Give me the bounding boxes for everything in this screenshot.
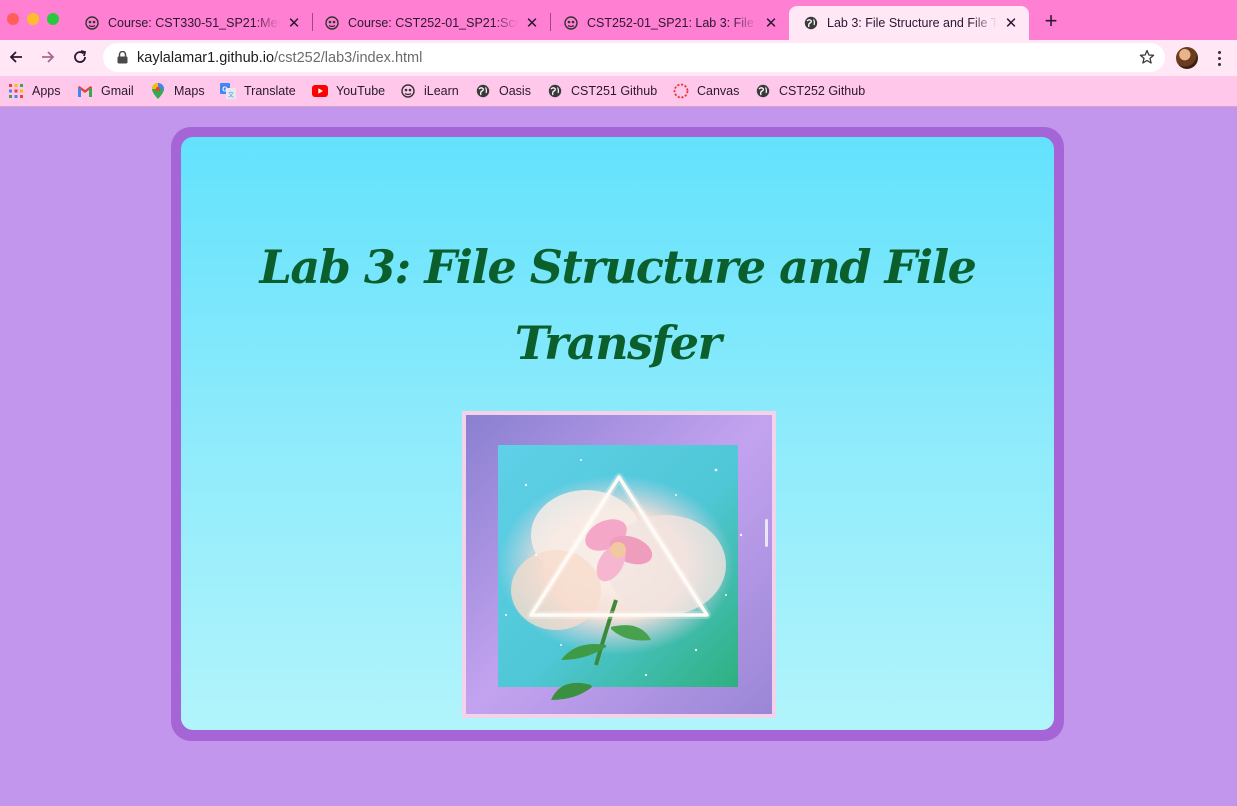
close-window-button[interactable] <box>7 13 19 25</box>
artwork-image <box>462 411 776 718</box>
close-tab-icon[interactable]: ✕ <box>286 15 302 32</box>
lock-icon <box>115 51 129 65</box>
page-title: Lab 3: File Structure and File Transfer <box>259 240 977 370</box>
bookmark-label: Apps <box>32 84 61 98</box>
moodle-icon <box>400 83 416 99</box>
browser-toolbar: kaylalamar1.github.io/cst252/lab3/index.… <box>0 40 1237 76</box>
profile-avatar[interactable] <box>1176 47 1198 69</box>
bookmark-apps[interactable]: Apps <box>8 80 61 102</box>
tab-title: Lab 3: File Structure and File Transfer <box>827 16 997 30</box>
bookmark-star-icon[interactable] <box>1138 48 1156 66</box>
close-tab-icon[interactable]: ✕ <box>763 15 779 32</box>
flower-triangle-artwork-icon <box>466 415 772 714</box>
canvas-icon <box>673 83 689 99</box>
forward-arrow-icon <box>42 51 55 63</box>
back-arrow-icon <box>9 51 22 63</box>
bookmark-label: Oasis <box>499 84 531 98</box>
bookmark-label: Canvas <box>697 84 740 98</box>
forward-button[interactable] <box>37 46 59 68</box>
bookmark-label: CST252 Github <box>779 84 866 98</box>
browser-menu-icon[interactable] <box>1211 48 1227 68</box>
apps-grid-icon <box>8 83 24 99</box>
address-bar[interactable]: kaylalamar1.github.io/cst252/lab3/index.… <box>103 43 1165 72</box>
new-tab-button[interactable]: + <box>1040 9 1062 33</box>
close-tab-icon[interactable]: ✕ <box>524 15 540 32</box>
maps-pin-icon <box>150 83 166 99</box>
bookmark-label: Translate <box>244 84 296 98</box>
globe-icon <box>475 83 491 99</box>
url-host: kaylalamar1.github.io <box>137 49 275 66</box>
globe-icon <box>547 83 563 99</box>
bookmark-youtube[interactable]: YouTube <box>312 80 385 102</box>
reload-icon <box>74 50 87 63</box>
reload-button[interactable] <box>69 46 91 68</box>
moodle-icon <box>563 15 579 31</box>
url-path: /cst252/lab3/index.html <box>274 49 423 66</box>
moodle-icon <box>84 15 100 31</box>
content-card: Lab 3: File Structure and File Transfer <box>181 137 1054 730</box>
bookmark-oasis[interactable]: Oasis <box>475 80 531 102</box>
globe-icon <box>755 83 771 99</box>
bookmark-label: Gmail <box>101 84 134 98</box>
bookmark-gmail[interactable]: Gmail <box>77 80 134 102</box>
tab-course-cst252[interactable]: Course: CST252-01_SP21:Scripting ✕ <box>310 6 550 40</box>
tab-course-cst330[interactable]: Course: CST330-51_SP21:Media Design ✕ <box>70 6 312 40</box>
bookmark-translate[interactable]: G文 Translate <box>220 80 296 102</box>
globe-icon <box>803 15 819 31</box>
tab-lab3-assignment[interactable]: CST252-01_SP21: Lab 3: File Structure ✕ <box>549 6 789 40</box>
bookmark-maps[interactable]: Maps <box>150 80 205 102</box>
svg-text:文: 文 <box>228 91 234 99</box>
bookmark-label: iLearn <box>424 84 459 98</box>
tab-title: Course: CST252-01_SP21:Scripting <box>348 16 518 30</box>
bookmark-ilearn[interactable]: iLearn <box>400 80 459 102</box>
tab-lab3-page[interactable]: Lab 3: File Structure and File Transfer … <box>789 6 1029 40</box>
bookmark-cst252-github[interactable]: CST252 Github <box>755 80 865 102</box>
content-card-border: Lab 3: File Structure and File Transfer <box>171 127 1064 741</box>
moodle-icon <box>324 15 340 31</box>
bookmark-cst251-github[interactable]: CST251 Github <box>547 80 657 102</box>
youtube-icon <box>312 83 328 99</box>
minimize-window-button[interactable] <box>27 13 39 25</box>
tab-title: CST252-01_SP21: Lab 3: File Structure <box>587 16 757 30</box>
back-button[interactable] <box>5 46 27 68</box>
maximize-window-button[interactable] <box>47 13 59 25</box>
bookmark-canvas[interactable]: Canvas <box>673 80 739 102</box>
bookmark-label: Maps <box>174 84 205 98</box>
gmail-icon <box>77 83 93 99</box>
tab-strip: Course: CST330-51_SP21:Media Design ✕ Co… <box>0 0 1237 40</box>
bookmarks-bar: Apps Gmail Maps G文 Translate YouTube iLe… <box>0 76 1237 107</box>
bookmark-label: CST251 Github <box>571 84 658 98</box>
translate-icon: G文 <box>220 83 236 99</box>
close-tab-icon[interactable]: ✕ <box>1003 15 1019 32</box>
bookmark-label: YouTube <box>336 84 386 98</box>
tab-title: Course: CST330-51_SP21:Media Design <box>108 16 280 30</box>
